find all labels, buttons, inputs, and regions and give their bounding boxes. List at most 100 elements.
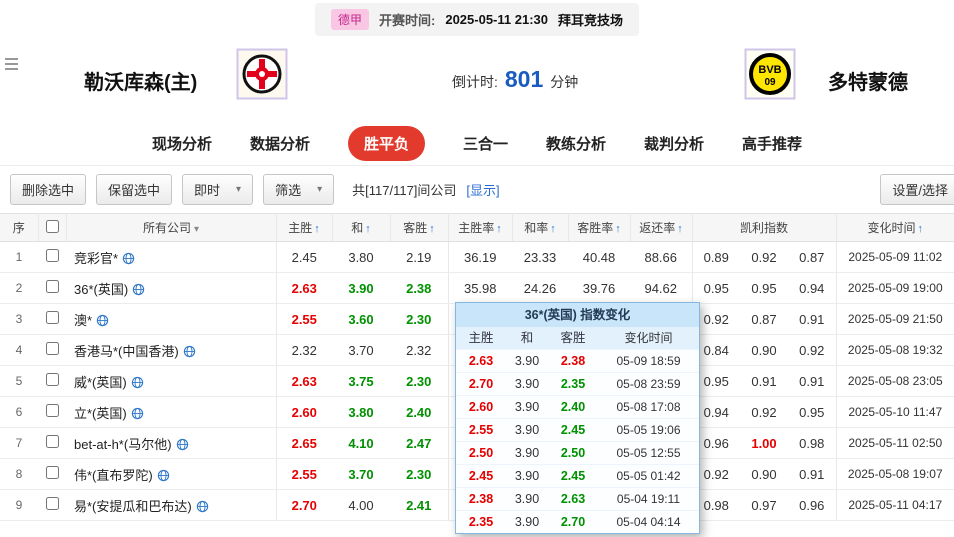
odds-away[interactable]: 2.30 bbox=[390, 365, 449, 397]
odds-draw[interactable]: 3.70 bbox=[332, 334, 390, 366]
col-change-time[interactable]: 变化时间 ↑ bbox=[836, 213, 954, 242]
globe-icon bbox=[96, 314, 109, 326]
col-home-odds[interactable]: 主胜 ↑ bbox=[276, 213, 333, 242]
company-cell[interactable]: 易*(安提瓜和巴布达) bbox=[66, 489, 277, 521]
company-cell[interactable]: 澳* bbox=[66, 303, 277, 335]
company-cell[interactable]: 伟*(直布罗陀) bbox=[66, 458, 277, 490]
popup-row: 2.35 3.90 2.70 05-04 04:14 bbox=[456, 510, 699, 533]
odds-draw[interactable]: 4.00 bbox=[332, 489, 390, 521]
odds-home[interactable]: 2.65 bbox=[276, 427, 332, 459]
odds-away[interactable]: 2.32 bbox=[390, 334, 449, 366]
bayer-leverkusen-crest-icon bbox=[236, 48, 288, 100]
col-draw-rate[interactable]: 和率 ↑ bbox=[512, 213, 569, 242]
tab-coach-analysis[interactable]: 教练分析 bbox=[546, 133, 606, 154]
odds-away[interactable]: 2.19 bbox=[390, 241, 449, 273]
venue-name: 拜耳竞技场 bbox=[558, 12, 624, 28]
odds-away[interactable]: 2.30 bbox=[390, 458, 449, 490]
change-time: 2025-05-08 23:05 bbox=[836, 365, 954, 397]
odds-home[interactable]: 2.63 bbox=[276, 272, 332, 304]
popup-odds-away: 2.45 bbox=[560, 469, 586, 483]
company-cell[interactable]: 立*(英国) bbox=[66, 396, 277, 428]
company-cell[interactable]: 36*(英国) bbox=[66, 272, 277, 304]
menu-icon[interactable] bbox=[5, 58, 18, 60]
row-checkbox[interactable] bbox=[45, 249, 59, 262]
odds-home[interactable]: 2.70 bbox=[276, 489, 332, 521]
filter-dropdown[interactable]: 筛选 ▾ bbox=[263, 174, 335, 205]
col-draw-odds[interactable]: 和 ↑ bbox=[332, 213, 391, 242]
odds-home[interactable]: 2.55 bbox=[276, 303, 332, 335]
odds-away[interactable]: 2.38 bbox=[390, 272, 449, 304]
row-checkbox[interactable] bbox=[45, 280, 59, 293]
tab-data-analysis[interactable]: 数据分析 bbox=[250, 133, 310, 154]
row-checkbox[interactable] bbox=[45, 435, 59, 448]
change-time: 2025-05-11 04:17 bbox=[836, 489, 954, 521]
col-away-odds[interactable]: 客胜 ↑ bbox=[390, 213, 449, 242]
odds-away[interactable]: 2.40 bbox=[390, 396, 449, 428]
company-name: 立*(英国) bbox=[74, 405, 127, 421]
row-select-cell bbox=[38, 303, 66, 335]
odds-home[interactable]: 2.55 bbox=[276, 458, 332, 490]
company-cell[interactable]: bet-at-h*(马尔他) bbox=[66, 427, 277, 459]
popup-row: 2.38 3.90 2.63 05-04 19:11 bbox=[456, 487, 699, 510]
odds-draw[interactable]: 3.90 bbox=[332, 272, 390, 304]
col-home-rate[interactable]: 主胜率 ↑ bbox=[448, 213, 513, 242]
globe-icon bbox=[131, 376, 143, 388]
popup-col-header: 客胜 bbox=[560, 331, 586, 345]
row-checkbox[interactable] bbox=[45, 404, 59, 417]
popup-col-header: 主胜 bbox=[468, 331, 494, 345]
company-cell[interactable]: 竞彩官* bbox=[66, 241, 277, 273]
delete-selected-button[interactable]: 删除选中 bbox=[10, 174, 87, 205]
odds-draw[interactable]: 3.60 bbox=[332, 303, 390, 335]
nav-tabs: 现场分析 数据分析 胜平负 三合一 教练分析 裁判分析 高手推荐 bbox=[0, 122, 954, 166]
popup-odds-draw: 3.90 bbox=[514, 492, 540, 506]
table-header-row: 序 所有公司 ▾ 主胜 ↑ 和 ↑ 客胜 ↑ 主胜率 ↑ 和率 ↑ 客胜率 ↑ 返还率 ↑ 凯利… bbox=[0, 213, 954, 242]
odds-draw[interactable]: 3.80 bbox=[332, 241, 390, 273]
row-checkbox[interactable] bbox=[45, 342, 59, 355]
col-away-rate[interactable]: 客胜率 ↑ bbox=[568, 213, 631, 242]
col-kelly: 凯利指数 bbox=[692, 213, 837, 242]
select-all-checkbox[interactable] bbox=[45, 219, 59, 233]
odds-draw[interactable]: 4.10 bbox=[332, 427, 390, 459]
odds-home[interactable]: 2.32 bbox=[276, 334, 332, 366]
row-checkbox[interactable] bbox=[45, 497, 59, 510]
settings-button[interactable]: 设置/选择 bbox=[880, 174, 954, 205]
show-link[interactable]: [显示] bbox=[466, 180, 499, 199]
keep-selected-button[interactable]: 保留选中 bbox=[96, 174, 173, 205]
popup-odds-home: 2.63 bbox=[468, 354, 494, 368]
col-draw-rate-label: 和率 bbox=[524, 221, 549, 235]
tab-live-analysis[interactable]: 现场分析 bbox=[152, 133, 212, 154]
odds-home[interactable]: 2.63 bbox=[276, 365, 332, 397]
change-time: 2025-05-09 11:02 bbox=[836, 241, 954, 273]
tab-three-in-one[interactable]: 三合一 bbox=[463, 133, 508, 154]
odds-draw[interactable]: 3.80 bbox=[332, 396, 390, 428]
odds-draw[interactable]: 3.70 bbox=[332, 458, 390, 490]
tab-expert-recommend[interactable]: 高手推荐 bbox=[742, 133, 802, 154]
odds-draw[interactable]: 3.75 bbox=[332, 365, 390, 397]
col-company[interactable]: 所有公司 ▾ bbox=[66, 213, 277, 242]
change-time: 2025-05-09 19:00 bbox=[836, 272, 954, 304]
tab-win-draw-lose[interactable]: 胜平负 bbox=[347, 126, 425, 161]
odds-away[interactable]: 2.41 bbox=[390, 489, 449, 521]
odds-home[interactable]: 2.60 bbox=[276, 396, 332, 428]
tab-referee-analysis[interactable]: 裁判分析 bbox=[644, 133, 704, 154]
row-checkbox[interactable] bbox=[45, 466, 59, 479]
globe-icon bbox=[196, 500, 208, 512]
popup-odds-draw: 3.90 bbox=[514, 400, 540, 414]
company-cell[interactable]: 香港马*(中国香港) bbox=[66, 334, 277, 366]
odds-home[interactable]: 2.45 bbox=[276, 241, 332, 273]
popup-odds-draw: 3.90 bbox=[514, 469, 540, 483]
popup-odds-draw: 3.90 bbox=[514, 515, 540, 529]
odds-away[interactable]: 2.47 bbox=[390, 427, 449, 459]
odds-away[interactable]: 2.30 bbox=[390, 303, 449, 335]
col-return-rate[interactable]: 返还率 ↑ bbox=[630, 213, 693, 242]
col-away-odds-label: 客胜 bbox=[403, 221, 428, 235]
company-name: 易*(安提瓜和巴布达) bbox=[74, 498, 192, 514]
popup-odds-away: 2.40 bbox=[560, 400, 586, 414]
instant-dropdown[interactable]: 即时 ▾ bbox=[182, 174, 254, 205]
row-checkbox[interactable] bbox=[45, 373, 59, 386]
col-company-label: 所有公司 bbox=[142, 221, 191, 235]
row-seq: 1 bbox=[0, 241, 38, 273]
row-checkbox[interactable] bbox=[45, 311, 59, 324]
company-cell[interactable]: 威*(英国) bbox=[66, 365, 277, 397]
globe-icon bbox=[122, 252, 135, 264]
